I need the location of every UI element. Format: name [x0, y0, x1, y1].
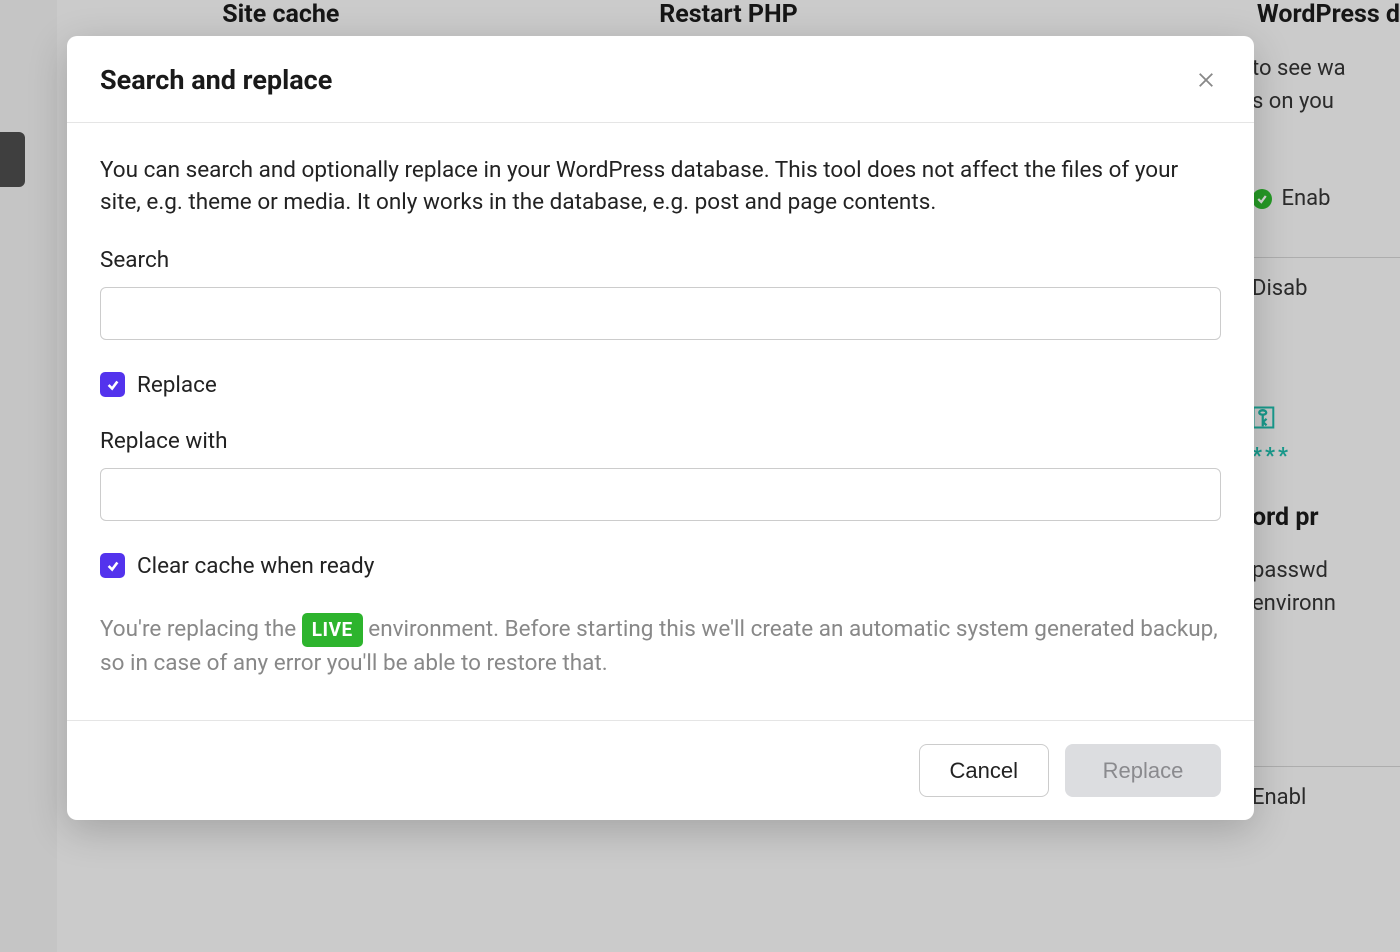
replace-checkbox-label: Replace: [137, 372, 217, 398]
cancel-button[interactable]: Cancel: [919, 744, 1049, 797]
intro-text: You can search and optionally replace in…: [100, 155, 1221, 219]
environment-note: You're replacing the LIVE environment. B…: [100, 613, 1221, 680]
modal-title: Search and replace: [100, 64, 332, 96]
search-label: Search: [100, 247, 1221, 273]
close-icon: [1197, 71, 1215, 89]
checkmark-icon: [106, 559, 120, 573]
modal-footer: Cancel Replace: [67, 720, 1254, 820]
search-replace-modal: Search and replace You can search and op…: [67, 36, 1254, 820]
checkmark-icon: [106, 378, 120, 392]
search-input[interactable]: [100, 287, 1221, 340]
clear-cache-checkbox-label: Clear cache when ready: [137, 553, 374, 579]
replace-with-group: Replace with: [100, 428, 1221, 521]
close-button[interactable]: [1191, 65, 1221, 95]
clear-cache-checkbox-row: Clear cache when ready: [100, 553, 1221, 579]
replace-with-input[interactable]: [100, 468, 1221, 521]
replace-checkbox[interactable]: [100, 372, 125, 397]
modal-body: You can search and optionally replace in…: [67, 123, 1254, 720]
clear-cache-checkbox[interactable]: [100, 553, 125, 578]
replace-with-label: Replace with: [100, 428, 1221, 454]
modal-header: Search and replace: [67, 36, 1254, 123]
note-before: You're replacing the: [100, 616, 302, 642]
live-badge: LIVE: [302, 613, 363, 647]
replace-button[interactable]: Replace: [1065, 744, 1221, 797]
replace-checkbox-row: Replace: [100, 372, 1221, 398]
